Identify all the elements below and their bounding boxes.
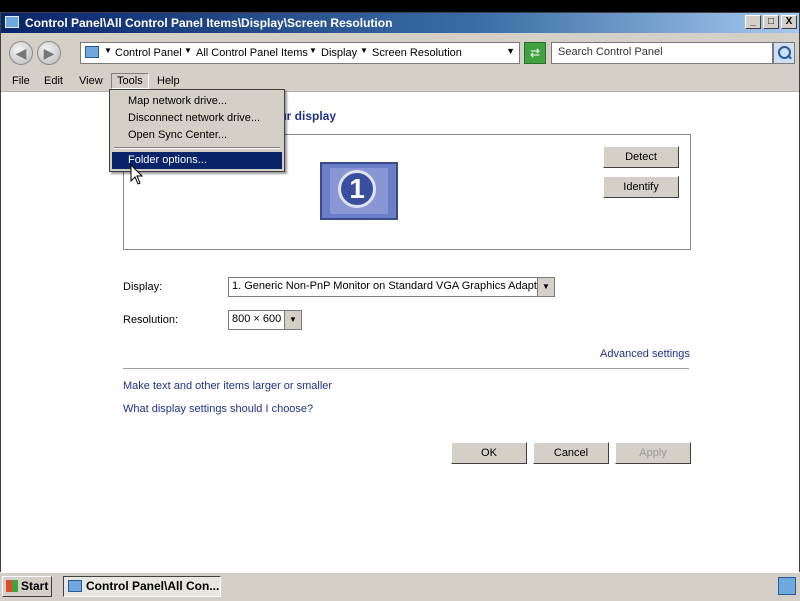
breadcrumb-control-panel[interactable]: Control Panel (115, 47, 182, 59)
resolution-select[interactable]: 800 × 600 ▼ (228, 310, 302, 330)
breadcrumb-display[interactable]: Display (321, 47, 357, 59)
close-button[interactable]: X (781, 15, 797, 29)
breadcrumb-arrow-icon[interactable]: ▼ (184, 46, 192, 55)
resolution-select-value: 800 × 600 (232, 313, 282, 325)
taskbar-item-label: Control Panel\All Con... (86, 579, 220, 593)
breadcrumb-arrow-icon[interactable]: ▼ (309, 46, 317, 55)
monitor-1[interactable]: 1 (320, 162, 398, 220)
start-label: Start (21, 579, 49, 593)
forward-button[interactable]: ▶ (37, 41, 61, 65)
chevron-down-icon[interactable]: ▼ (284, 311, 301, 329)
advanced-settings-link[interactable]: Advanced settings (600, 348, 690, 360)
caption-buttons: _ □ X (745, 15, 797, 29)
menu-help[interactable]: Help (157, 75, 180, 87)
control-panel-icon (85, 46, 99, 58)
tools-menu: Map network drive... Disconnect network … (109, 89, 285, 172)
display-select[interactable]: 1. Generic Non-PnP Monitor on Standard V… (228, 277, 555, 297)
windows-logo-icon (6, 580, 18, 592)
identify-button[interactable]: Identify (603, 176, 679, 198)
menu-tools[interactable]: Tools (111, 73, 149, 89)
display-help-link[interactable]: What display settings should I choose? (123, 403, 313, 415)
display-select-value: 1. Generic Non-PnP Monitor on Standard V… (232, 280, 547, 292)
detect-button[interactable]: Detect (603, 146, 679, 168)
maximize-button[interactable]: □ (763, 15, 779, 29)
control-panel-icon (68, 580, 82, 592)
search-input[interactable]: Search Control Panel (551, 42, 773, 64)
menu-separator (114, 147, 280, 149)
control-panel-icon (5, 16, 19, 28)
menu-file[interactable]: File (12, 75, 30, 87)
menu-item-map-network-drive[interactable]: Map network drive... (112, 93, 282, 110)
cancel-button[interactable]: Cancel (533, 442, 609, 464)
display-label: Display: (123, 281, 163, 293)
ok-button[interactable]: OK (451, 442, 527, 464)
chevron-down-icon[interactable]: ▼ (537, 278, 554, 296)
address-dropdown-icon[interactable]: ▼ (506, 46, 515, 56)
mouse-cursor-icon (130, 164, 144, 185)
resolution-label: Resolution: (123, 314, 179, 326)
text-size-link[interactable]: Make text and other items larger or smal… (123, 380, 332, 392)
title-bar[interactable]: Control Panel\All Control Panel Items\Di… (1, 13, 799, 33)
breadcrumb-screen-resolution[interactable]: Screen Resolution (372, 47, 462, 59)
menu-edit[interactable]: Edit (44, 75, 63, 87)
menu-item-open-sync-center[interactable]: Open Sync Center... (112, 127, 282, 144)
minimize-button[interactable]: _ (745, 15, 761, 29)
start-button[interactable]: Start (2, 576, 52, 597)
breadcrumb-all-items[interactable]: All Control Panel Items (196, 47, 308, 59)
address-toolbar: ◀ ▶ ▼ Control Panel ▼ All Control Panel … (1, 34, 799, 72)
breadcrumb-arrow-icon[interactable]: ▼ (104, 46, 112, 55)
menu-view[interactable]: View (79, 75, 103, 87)
address-bar[interactable]: ▼ Control Panel ▼ All Control Panel Item… (80, 42, 520, 64)
apply-button[interactable]: Apply (615, 442, 691, 464)
back-button[interactable]: ◀ (9, 41, 33, 65)
window-title: Control Panel\All Control Panel Items\Di… (25, 16, 393, 30)
refresh-button[interactable]: ⇄ (524, 42, 546, 64)
divider (123, 368, 689, 369)
breadcrumb-arrow-icon[interactable]: ▼ (360, 46, 368, 55)
taskbar: Start Control Panel\All Con... (0, 572, 800, 601)
menu-item-disconnect-network-drive[interactable]: Disconnect network drive... (112, 110, 282, 127)
search-icon[interactable] (773, 42, 795, 64)
taskbar-item-control-panel[interactable]: Control Panel\All Con... (63, 576, 221, 597)
monitor-number: 1 (338, 170, 376, 208)
tray-network-icon[interactable] (778, 577, 796, 595)
